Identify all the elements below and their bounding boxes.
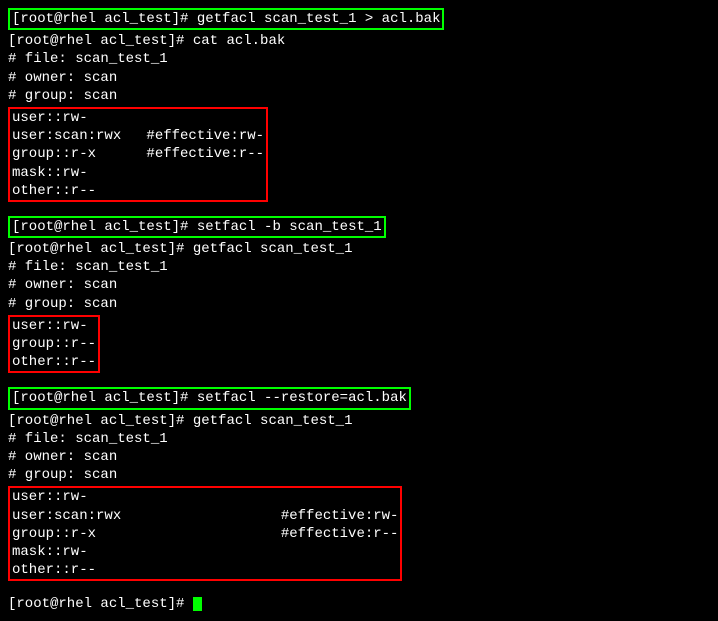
- acl-entry: user::rw-: [12, 488, 398, 506]
- terminal-line: [root@rhel acl_test]# cat acl.bak: [8, 32, 718, 50]
- prompt: [root@rhel acl_test]#: [12, 11, 197, 27]
- acl-entry: group::r--: [12, 335, 96, 353]
- cursor: [193, 597, 202, 611]
- acl-entry: mask::rw-: [12, 543, 398, 561]
- command-text: setfacl -b scan_test_1: [197, 219, 382, 235]
- output-line: # group: scan: [8, 295, 718, 313]
- acl-entry: user::rw-: [12, 317, 96, 335]
- terminal-line: [root@rhel acl_test]# getfacl scan_test_…: [8, 240, 718, 258]
- output-line: # owner: scan: [8, 448, 718, 466]
- active-prompt-line[interactable]: [root@rhel acl_test]#: [8, 595, 718, 613]
- highlighted-output-3: user::rw- user:scan:rwx #effective:rw- g…: [8, 486, 402, 581]
- output-line: # file: scan_test_1: [8, 258, 718, 276]
- highlighted-command-1: [root@rhel acl_test]# getfacl scan_test_…: [8, 8, 444, 30]
- highlighted-output-1: user::rw- user:scan:rwx #effective:rw- g…: [8, 107, 268, 202]
- acl-entry: other::r--: [12, 561, 398, 579]
- command-text: setfacl --restore=acl.bak: [197, 390, 407, 406]
- acl-entry: group::r-x #effective:r--: [12, 145, 264, 163]
- highlighted-command-3: [root@rhel acl_test]# setfacl --restore=…: [8, 387, 411, 409]
- acl-entry: user::rw-: [12, 109, 264, 127]
- output-line: # owner: scan: [8, 69, 718, 87]
- acl-entry: group::r-x #effective:r--: [12, 525, 398, 543]
- acl-entry: user:scan:rwx #effective:rw-: [12, 507, 398, 525]
- output-line: # file: scan_test_1: [8, 430, 718, 448]
- acl-entry: other::r--: [12, 353, 96, 371]
- terminal-section-1: [root@rhel acl_test]# getfacl scan_test_…: [8, 8, 718, 206]
- output-line: # group: scan: [8, 466, 718, 484]
- acl-entry: mask::rw-: [12, 164, 264, 182]
- output-line: # file: scan_test_1: [8, 50, 718, 68]
- acl-entry: user:scan:rwx #effective:rw-: [12, 127, 264, 145]
- prompt: [root@rhel acl_test]#: [12, 390, 197, 406]
- terminal-line: [root@rhel acl_test]# getfacl scan_test_…: [8, 412, 718, 430]
- acl-entry: other::r--: [12, 182, 264, 200]
- prompt: [root@rhel acl_test]#: [12, 219, 197, 235]
- command-text: getfacl scan_test_1 > acl.bak: [197, 11, 441, 27]
- highlighted-output-2: user::rw- group::r-- other::r--: [8, 315, 100, 374]
- output-line: # owner: scan: [8, 276, 718, 294]
- highlighted-command-2: [root@rhel acl_test]# setfacl -b scan_te…: [8, 216, 386, 238]
- terminal-section-2: [root@rhel acl_test]# setfacl -b scan_te…: [8, 216, 718, 378]
- terminal-section-3: [root@rhel acl_test]# setfacl --restore=…: [8, 387, 718, 585]
- output-line: # group: scan: [8, 87, 718, 105]
- prompt: [root@rhel acl_test]#: [8, 596, 193, 612]
